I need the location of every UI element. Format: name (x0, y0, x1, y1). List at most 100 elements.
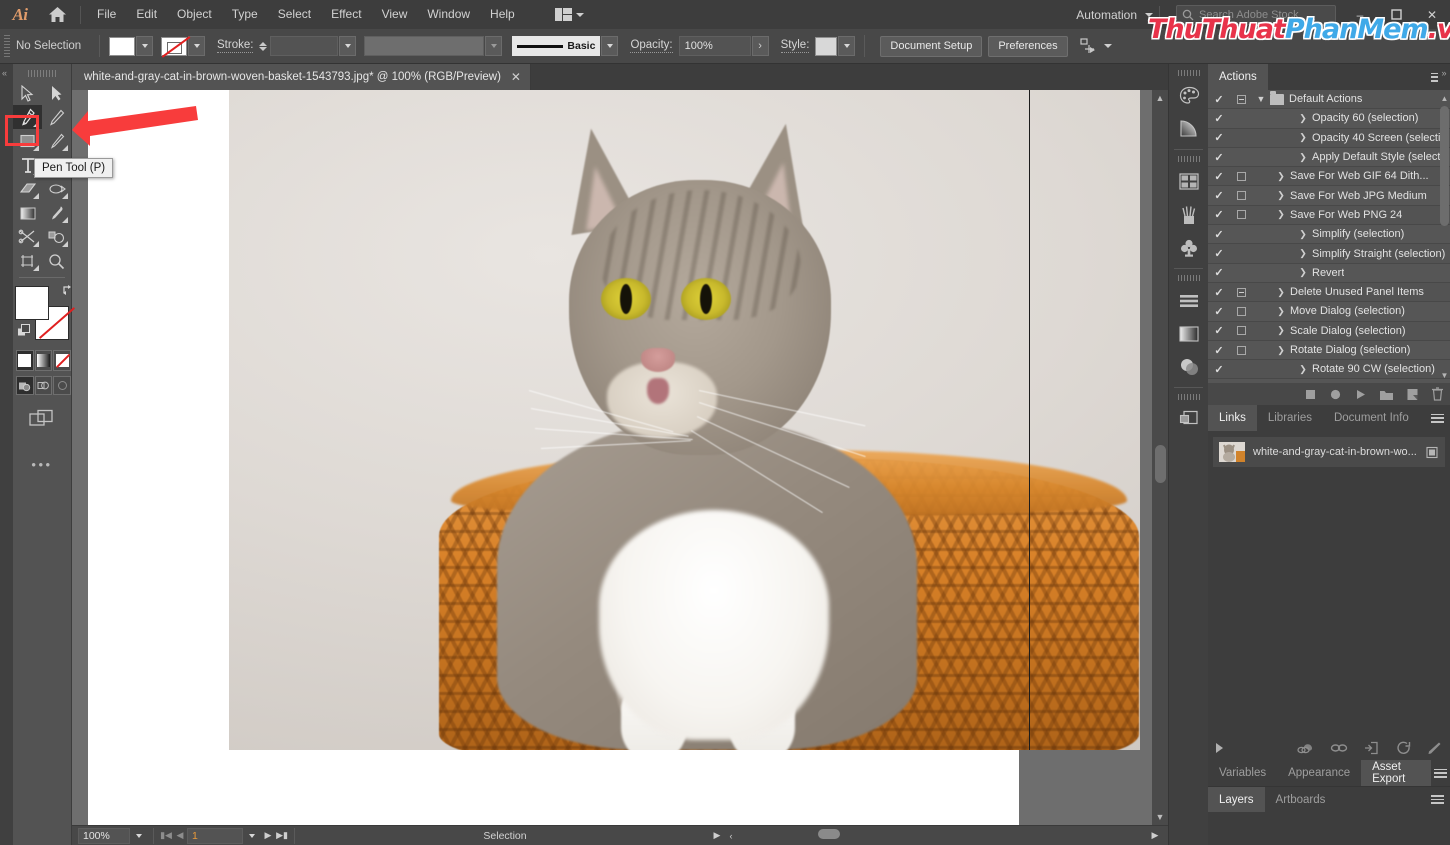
more-tools-button[interactable]: ••• (13, 457, 71, 472)
tool-eyedropper[interactable] (42, 201, 71, 225)
delete-selection-icon[interactable] (1431, 387, 1444, 401)
action-enabled-check[interactable]: ✓ (1208, 93, 1230, 106)
tab-asset-export[interactable]: Asset Export (1361, 760, 1431, 786)
tool-artboard[interactable] (13, 249, 42, 273)
update-link-icon[interactable] (1364, 741, 1380, 755)
canvas-scroll-thumb[interactable] (1155, 445, 1166, 483)
preferences-button[interactable]: Preferences (988, 35, 1068, 57)
gradient-panel-icon[interactable] (1169, 317, 1209, 350)
dock-grip[interactable] (1177, 394, 1200, 400)
right-panel-collapse-strip[interactable]: » (1438, 64, 1450, 90)
menu-help[interactable]: Help (480, 0, 525, 29)
chevron-right-icon[interactable]: ❯ (1294, 267, 1312, 278)
tool-scissors[interactable] (13, 225, 42, 249)
tab-variables[interactable]: Variables (1208, 760, 1278, 786)
stroke-weight-dropdown[interactable] (339, 36, 357, 56)
tool-paintbrush[interactable] (42, 129, 71, 153)
action-enabled-check[interactable]: ✓ (1208, 131, 1230, 144)
menu-type[interactable]: Type (222, 0, 268, 29)
stroke-dropdown[interactable] (188, 36, 205, 56)
actions-row[interactable]: ✓ ❯ Scale Dialog (selection) (1208, 322, 1450, 341)
brush-definition[interactable]: Basic (512, 36, 601, 56)
fill-color-swatch[interactable] (109, 36, 135, 56)
go-to-link-icon[interactable] (1330, 742, 1348, 754)
actions-row[interactable]: ✓ ❯ Revert (1208, 263, 1450, 283)
canvas-horizontal-scroll-thumb[interactable] (818, 829, 840, 839)
action-enabled-check[interactable]: ✓ (1208, 151, 1230, 164)
stroke-profile-input[interactable] (364, 36, 485, 56)
chevron-right-icon[interactable]: ❯ (1294, 364, 1312, 375)
tools-panel-grip[interactable] (28, 70, 56, 77)
status-menu-icon[interactable]: ▶ (710, 828, 724, 844)
bottom-panel-menu-icon-2[interactable] (1424, 787, 1450, 812)
arrange-documents-icon[interactable] (549, 0, 590, 29)
actions-row[interactable]: ✓ ❯ Opacity 40 Screen (selecti... (1208, 129, 1450, 148)
action-enabled-check[interactable]: ✓ (1208, 170, 1230, 183)
menu-select[interactable]: Select (268, 0, 321, 29)
stroke-weight-input[interactable] (270, 36, 339, 56)
layers-panel-icon[interactable] (1169, 403, 1209, 436)
color-guide-icon[interactable] (1169, 112, 1209, 145)
menu-edit[interactable]: Edit (126, 0, 167, 29)
panel-grip[interactable] (4, 35, 10, 57)
align-panel-icon[interactable] (1169, 284, 1209, 317)
tool-zoom[interactable] (42, 249, 71, 273)
opacity-input[interactable]: 100% (678, 36, 751, 56)
tool-gradient[interactable] (13, 201, 42, 225)
placed-image-cat[interactable] (229, 90, 1140, 750)
brush-definition-dropdown[interactable] (601, 36, 619, 56)
edit-pencil-icon[interactable] (1427, 741, 1442, 755)
action-dialog-toggle[interactable] (1230, 210, 1252, 220)
action-dialog-toggle[interactable] (1230, 191, 1252, 201)
chevron-right-icon[interactable]: ❯ (1294, 152, 1312, 163)
chevron-right-icon[interactable]: ❯ (1294, 248, 1312, 259)
dock-grip[interactable] (1177, 70, 1200, 76)
dock-grip[interactable] (1177, 156, 1200, 162)
menu-object[interactable]: Object (167, 0, 222, 29)
action-enabled-check[interactable]: ✓ (1208, 266, 1230, 279)
actions-row[interactable]: ✓ ❯ Rotate Dialog (selection) (1208, 340, 1450, 361)
action-enabled-check[interactable]: ✓ (1208, 324, 1230, 337)
tab-links[interactable]: Links (1208, 405, 1257, 431)
toolbar-collapse-strip[interactable]: « (0, 64, 13, 845)
tool-width[interactable] (42, 177, 71, 201)
swatches-panel-icon[interactable] (1169, 165, 1209, 198)
menu-window[interactable]: Window (417, 0, 480, 29)
canvas-vertical-scrollbar[interactable]: ▲ ▼ (1152, 90, 1168, 825)
tool-shape-builder[interactable] (42, 225, 71, 249)
actions-row[interactable]: ✓ ❯ Simplify Straight (selection) (1208, 244, 1450, 264)
scroll-right-icon[interactable]: ▶ (1148, 828, 1162, 844)
color-mode-button[interactable] (16, 350, 34, 371)
action-dialog-toggle[interactable] (1230, 306, 1252, 316)
menu-file[interactable]: File (87, 0, 126, 29)
change-screen-mode-icon[interactable] (13, 409, 71, 429)
transparency-panel-icon[interactable] (1169, 350, 1209, 383)
home-icon[interactable] (40, 0, 74, 29)
actions-row[interactable]: ✓ ❯ Opacity 60 (selection) (1208, 109, 1450, 129)
link-item[interactable]: white-and-gray-cat-in-brown-wo... (1213, 437, 1445, 467)
scroll-up-icon[interactable]: ▲ (1440, 92, 1449, 104)
brushes-panel-icon[interactable] (1169, 198, 1209, 231)
actions-row[interactable]: ✓ ❯ Apply Default Style (select... (1208, 147, 1450, 168)
last-artboard-icon[interactable]: ▶▮ (275, 828, 289, 844)
symbols-panel-icon[interactable] (1169, 231, 1209, 264)
stop-playing-icon[interactable] (1304, 388, 1317, 401)
action-enabled-check[interactable]: ✓ (1208, 247, 1230, 260)
tool-direct-selection[interactable] (42, 81, 71, 105)
action-dialog-toggle[interactable] (1230, 171, 1252, 181)
previous-artboard-icon[interactable]: ◀ (173, 828, 187, 844)
begin-recording-icon[interactable] (1329, 388, 1342, 401)
document-setup-button[interactable]: Document Setup (880, 35, 983, 57)
play-selection-icon[interactable] (1354, 388, 1367, 401)
zoom-level-input[interactable]: 100% (78, 827, 130, 844)
chevron-right-icon[interactable]: ❯ (1272, 345, 1290, 356)
chevron-right-icon[interactable]: ❯ (1272, 306, 1290, 317)
tool-eraser[interactable] (13, 177, 42, 201)
tab-appearance[interactable]: Appearance (1277, 760, 1362, 786)
edit-original-icon[interactable] (1396, 741, 1411, 755)
bottom-panel-menu-icon-1[interactable] (1431, 760, 1450, 786)
stroke-profile-dropdown[interactable] (485, 36, 503, 56)
scroll-down-icon[interactable]: ▼ (1440, 369, 1449, 381)
tab-artboards[interactable]: Artboards (1264, 787, 1337, 812)
chevron-right-icon[interactable]: ❯ (1272, 171, 1290, 182)
